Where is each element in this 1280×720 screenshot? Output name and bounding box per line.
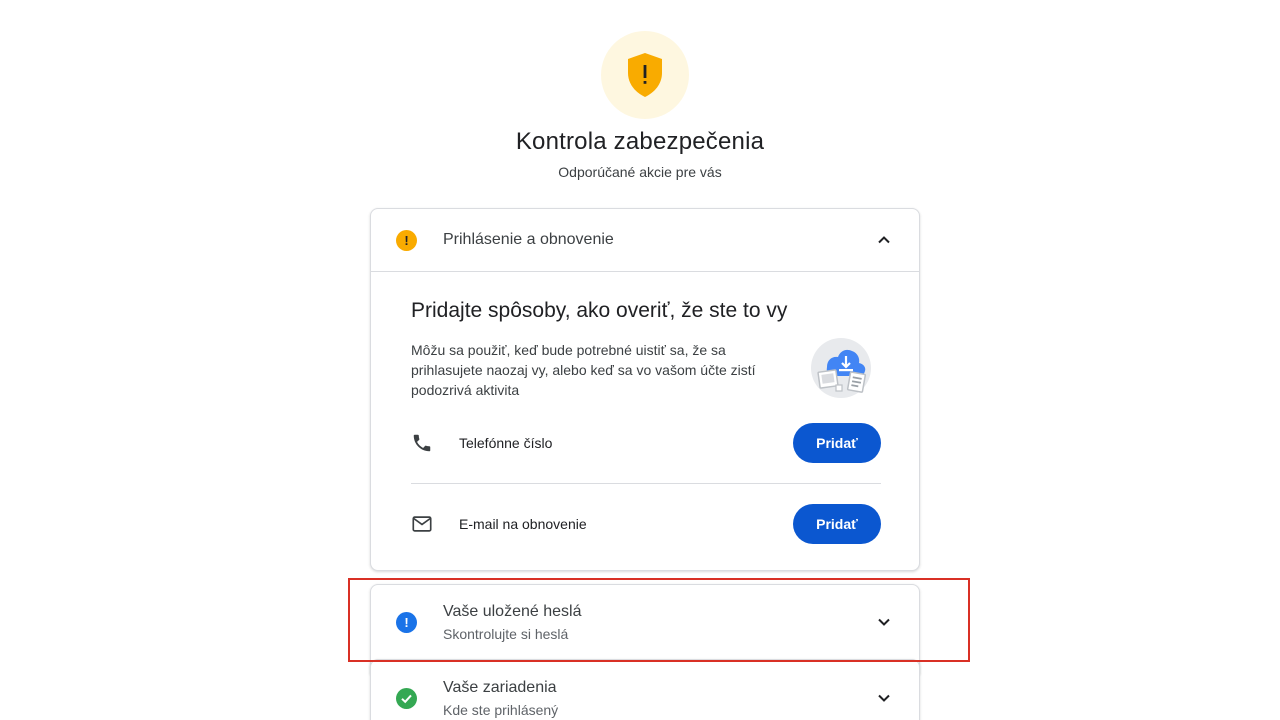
verification-heading: Pridajte spôsoby, ako overiť, že ste to … — [411, 299, 788, 322]
verification-description: Môžu sa použiť, keď bude potrebné uistiť… — [411, 342, 756, 398]
signin-recovery-title: Prihlásenie a obnovenie — [443, 231, 614, 248]
check-icon — [396, 687, 417, 709]
checkmark-glyph-icon — [401, 694, 412, 703]
method-divider — [411, 483, 881, 484]
info-alert-icon: ! — [396, 611, 417, 633]
phone-icon — [413, 434, 431, 452]
signin-recovery-header[interactable]: ! Prihlásenie a obnovenie — [371, 209, 919, 272]
mail-icon — [412, 516, 432, 532]
add-email-button[interactable]: Pridať — [793, 504, 881, 544]
shield-warning-icon — [628, 53, 662, 97]
signin-recovery-card: ! Prihlásenie a obnovenie Pridajte spôso… — [370, 208, 920, 571]
add-phone-button[interactable]: Pridať — [793, 423, 881, 463]
devices-header[interactable]: Vaše zariadenia Kde ste prihlásený — [371, 660, 919, 720]
security-badge — [601, 31, 689, 119]
cloud-backup-illustration — [811, 338, 871, 398]
page-subtitle: Odporúčané akcie pre vás — [558, 164, 722, 180]
saved-passwords-header[interactable]: ! Vaše uložené heslá Skontrolujte si hes… — [371, 585, 919, 659]
devices-card[interactable]: Vaše zariadenia Kde ste prihlásený — [370, 659, 920, 720]
chevron-up-icon[interactable] — [876, 232, 892, 248]
phone-method-label: Telefónne číslo — [459, 435, 553, 451]
email-method-row: E-mail na obnovenie Pridať — [411, 504, 881, 544]
saved-passwords-title: Vaše uložené heslá — [443, 602, 582, 620]
devices-title: Vaše zariadenia — [443, 678, 557, 696]
page-title: Kontrola zabezpečenia — [515, 128, 765, 155]
saved-passwords-subtitle: Skontrolujte si heslá — [443, 625, 569, 642]
phone-method-row: Telefónne číslo Pridať — [411, 423, 881, 463]
email-method-label: E-mail na obnovenie — [459, 516, 587, 532]
warning-icon: ! — [396, 229, 417, 251]
chevron-down-icon[interactable] — [876, 614, 892, 630]
chevron-down-icon[interactable] — [876, 690, 892, 706]
devices-subtitle: Kde ste prihlásený — [443, 701, 559, 718]
